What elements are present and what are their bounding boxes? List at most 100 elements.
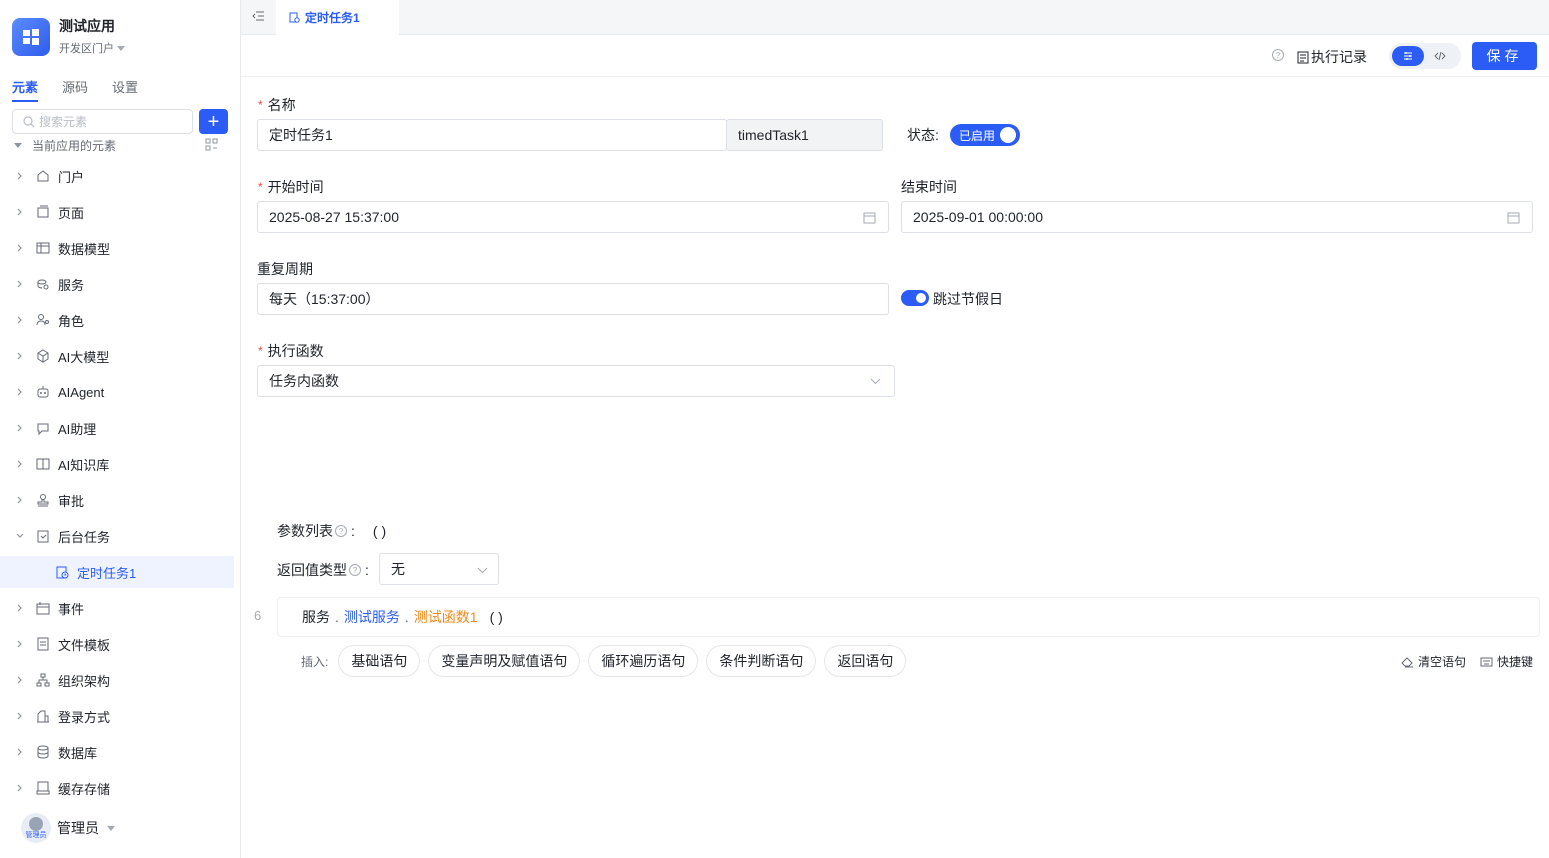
insert-condition-button[interactable]: 条件判断语句: [706, 645, 817, 677]
avatar-label: 管理员: [25, 832, 47, 839]
insert-basic-button[interactable]: 基础语句: [338, 645, 421, 677]
tree-item-login[interactable]: 登录方式: [0, 698, 234, 734]
help-icon[interactable]: ?: [348, 563, 362, 577]
tab-settings[interactable]: 设置: [112, 77, 138, 102]
function-select[interactable]: 任务内函数: [257, 365, 895, 397]
tree-item-pages[interactable]: 页面: [0, 194, 234, 230]
app-logo-icon: [12, 18, 50, 56]
stmt-function-name[interactable]: 测试函数1: [414, 607, 478, 627]
table-icon: [36, 241, 50, 255]
end-time-value: 2025-09-01 00:00:00: [913, 209, 1043, 225]
name-label: * 名称: [258, 97, 296, 113]
help-icon[interactable]: ?: [1271, 48, 1285, 62]
tree-item-timed-task-1[interactable]: 定时任务1: [0, 556, 234, 588]
name-input[interactable]: 定时任务1: [257, 119, 727, 151]
event-icon: [36, 601, 50, 615]
pages-icon: [36, 205, 50, 219]
tree-item-label: 页面: [58, 205, 85, 221]
add-element-button[interactable]: +: [199, 109, 228, 134]
tree-item-label: 门户: [58, 169, 85, 185]
insert-return-button[interactable]: 返回语句: [824, 645, 907, 677]
params-value[interactable]: ( ): [373, 523, 386, 539]
chevron-right-icon: [16, 460, 24, 468]
org-icon: [36, 673, 50, 687]
insert-variable-button[interactable]: 变量声明及赋值语句: [428, 645, 581, 677]
tree-item-data-model[interactable]: 数据模型: [0, 230, 234, 266]
stmt-service-name[interactable]: 测试服务: [344, 607, 400, 627]
stamp-icon: [36, 493, 50, 507]
svg-text:?: ?: [339, 527, 344, 536]
params-label: 参数列表: [277, 523, 333, 539]
keyboard-icon: [1480, 657, 1493, 667]
exec-log-button[interactable]: 执行记录: [1297, 47, 1367, 67]
tree-item-label: 数据库: [58, 745, 98, 761]
search-input[interactable]: 搜索元素: [12, 109, 193, 134]
portal-selector[interactable]: 开发区门户: [59, 40, 125, 56]
cache-icon: [36, 781, 50, 795]
tab-timed-task-1[interactable]: 定时任务1: [276, 0, 399, 35]
tree-item-database[interactable]: 数据库: [0, 734, 234, 770]
tab-source[interactable]: 源码: [62, 77, 88, 102]
tree-item-background-task[interactable]: 后台任务: [0, 518, 234, 554]
tree-root[interactable]: 当前应用的元素: [14, 137, 116, 154]
tree-item-label: 审批: [58, 493, 85, 509]
tree-item-ai-agent[interactable]: AIAgent: [0, 374, 234, 410]
chevron-right-icon: [16, 352, 24, 360]
chevron-right-icon: [16, 496, 24, 504]
chevron-down-icon: [16, 532, 24, 540]
return-type-value: 无: [391, 561, 405, 577]
statement-row[interactable]: 服务 . 测试服务 . 测试函数1 ( ): [277, 597, 1540, 637]
locate-icon[interactable]: [205, 138, 218, 151]
code-mode-button[interactable]: [1424, 46, 1456, 66]
start-time-label: * 开始时间: [258, 179, 324, 195]
tree-item-event[interactable]: 事件: [0, 590, 234, 626]
tree-item-service[interactable]: 服务: [0, 266, 234, 302]
end-time-input[interactable]: 2025-09-01 00:00:00: [901, 201, 1533, 233]
return-type-select[interactable]: 无: [379, 553, 499, 585]
tree-item-org[interactable]: 组织架构: [0, 662, 234, 698]
tree-item-role[interactable]: 角色: [0, 302, 234, 338]
eraser-icon: [1401, 657, 1413, 668]
insert-loop-button[interactable]: 循环遍历语句: [588, 645, 699, 677]
repeat-input[interactable]: 每天（15:37:00）: [257, 283, 889, 315]
tree-item-ai-assistant[interactable]: AI助理: [0, 410, 234, 446]
shortcut-button[interactable]: 快捷键: [1480, 653, 1533, 670]
stmt-args[interactable]: ( ): [490, 609, 503, 625]
search-placeholder: 搜索元素: [39, 115, 88, 129]
tree-item-approval[interactable]: 审批: [0, 482, 234, 518]
help-icon[interactable]: ?: [334, 524, 348, 538]
tree-item-ai-knowledge[interactable]: AI知识库: [0, 446, 234, 482]
tree-item-label: 缓存存储: [58, 781, 111, 797]
chevron-right-icon: [16, 712, 24, 720]
tree-item-label: 后台任务: [58, 529, 111, 545]
stmt-service[interactable]: 服务: [302, 607, 330, 627]
timed-task-icon: [289, 12, 300, 23]
end-time-label: 结束时间: [901, 179, 957, 195]
tab-elements[interactable]: 元素: [12, 77, 39, 102]
code-input[interactable]: timedTask1: [726, 119, 883, 151]
visual-mode-button[interactable]: [1392, 46, 1424, 66]
status-toggle[interactable]: 已启用: [950, 124, 1020, 146]
view-mode-switch[interactable]: [1389, 43, 1461, 69]
user-menu[interactable]: 管理员 管理员: [21, 813, 115, 843]
toolbar: ? 执行记录 保存: [241, 35, 1549, 77]
skip-holiday-toggle[interactable]: [901, 290, 929, 306]
shortcut-label: 快捷键: [1496, 655, 1533, 669]
collapse-sidebar-icon[interactable]: [251, 9, 265, 23]
app-header[interactable]: 测试应用 开发区门户: [12, 18, 125, 56]
start-time-input[interactable]: 2025-08-27 15:37:00: [257, 201, 889, 233]
save-button[interactable]: 保存: [1472, 42, 1537, 70]
clear-statements-button[interactable]: 清空语句: [1401, 653, 1466, 670]
function-label-text: 执行函数: [267, 343, 324, 359]
tree-item-ai-model[interactable]: AI大模型: [0, 338, 234, 374]
calendar-icon: [863, 212, 876, 224]
app-name: 测试应用: [59, 18, 115, 34]
function-value: 任务内函数: [269, 373, 339, 389]
chevron-right-icon: [16, 244, 24, 252]
tree-item-cache[interactable]: 缓存存储: [0, 770, 234, 806]
tree-item-label: 定时任务1: [77, 565, 137, 581]
chevron-right-icon: [16, 676, 24, 684]
tree-item-portal[interactable]: 门户: [0, 158, 234, 194]
tree-item-label: AI助理: [58, 421, 97, 437]
tree-item-file-template[interactable]: 文件模板: [0, 626, 234, 662]
